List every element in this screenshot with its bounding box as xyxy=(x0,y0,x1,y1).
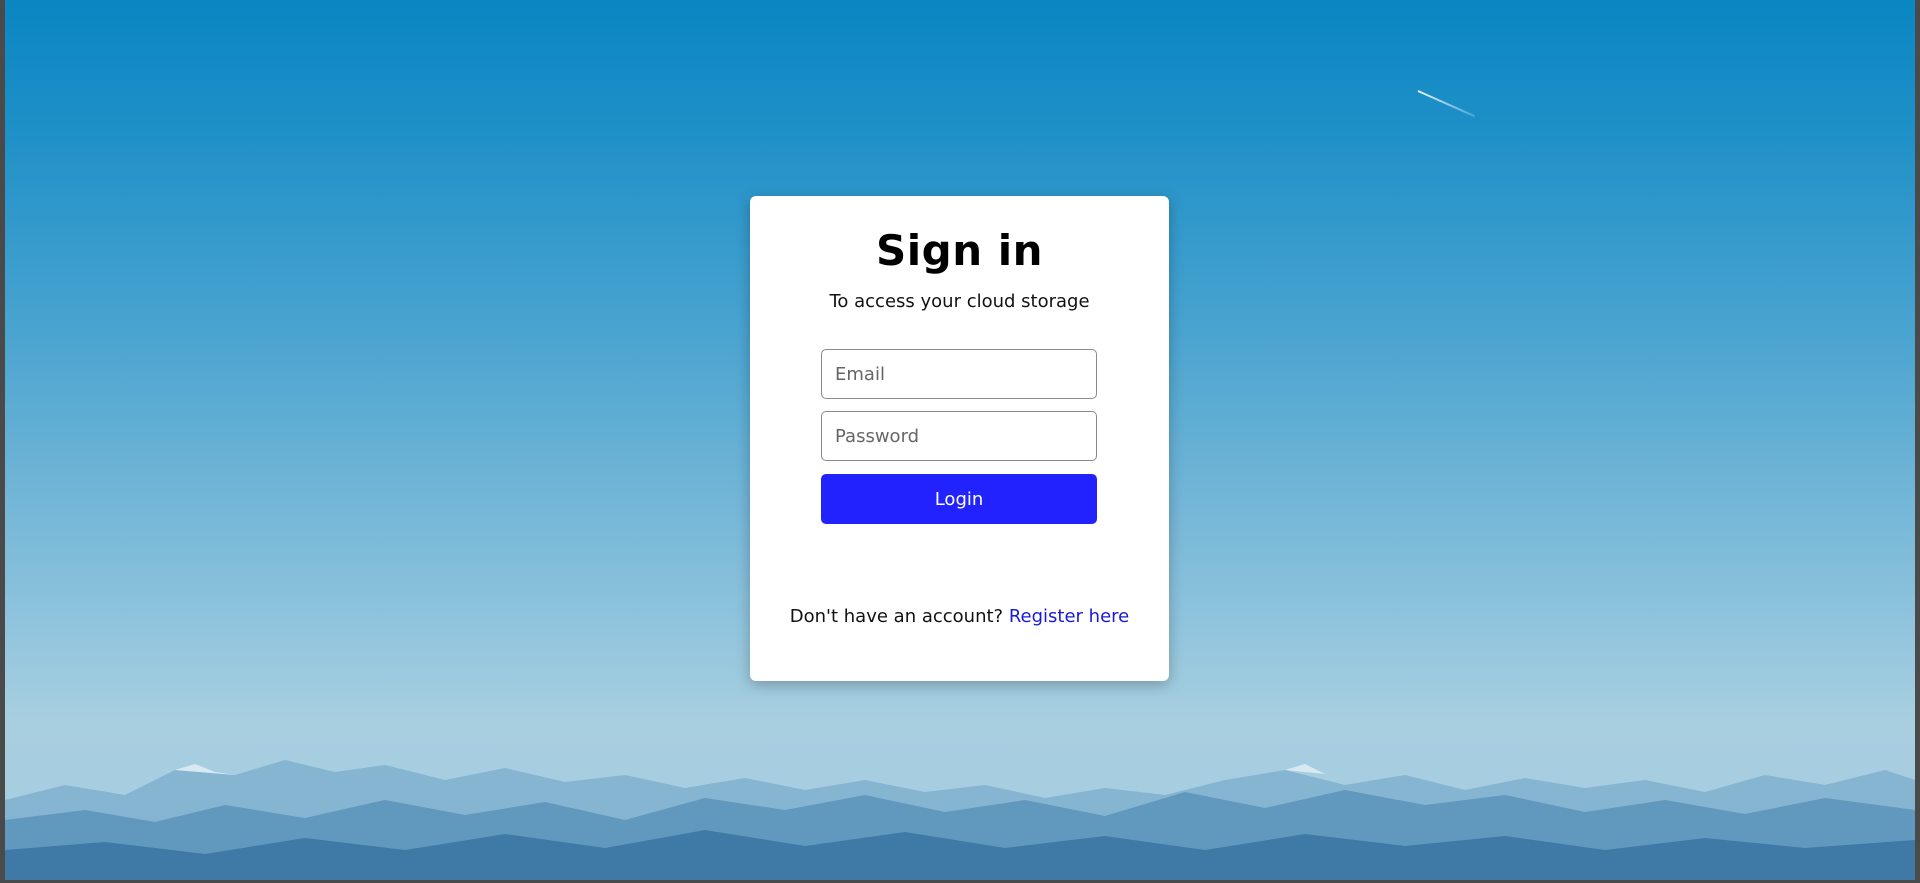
page-subtitle: To access your cloud storage xyxy=(829,291,1090,312)
page-title: Sign in xyxy=(875,226,1044,275)
signin-card: Sign in To access your cloud storage Log… xyxy=(750,196,1169,681)
register-link[interactable]: Register here xyxy=(1009,606,1129,627)
register-prompt: Don't have an account? xyxy=(789,606,1004,627)
password-field[interactable] xyxy=(821,411,1097,461)
mountain-range xyxy=(5,760,1915,880)
email-field[interactable] xyxy=(821,349,1097,399)
window-frame: Sign in To access your cloud storage Log… xyxy=(0,0,1920,883)
login-button[interactable]: Login xyxy=(821,474,1097,524)
airplane-contrail xyxy=(1417,90,1476,118)
register-prompt-line: Don't have an account? Register here xyxy=(750,606,1169,627)
